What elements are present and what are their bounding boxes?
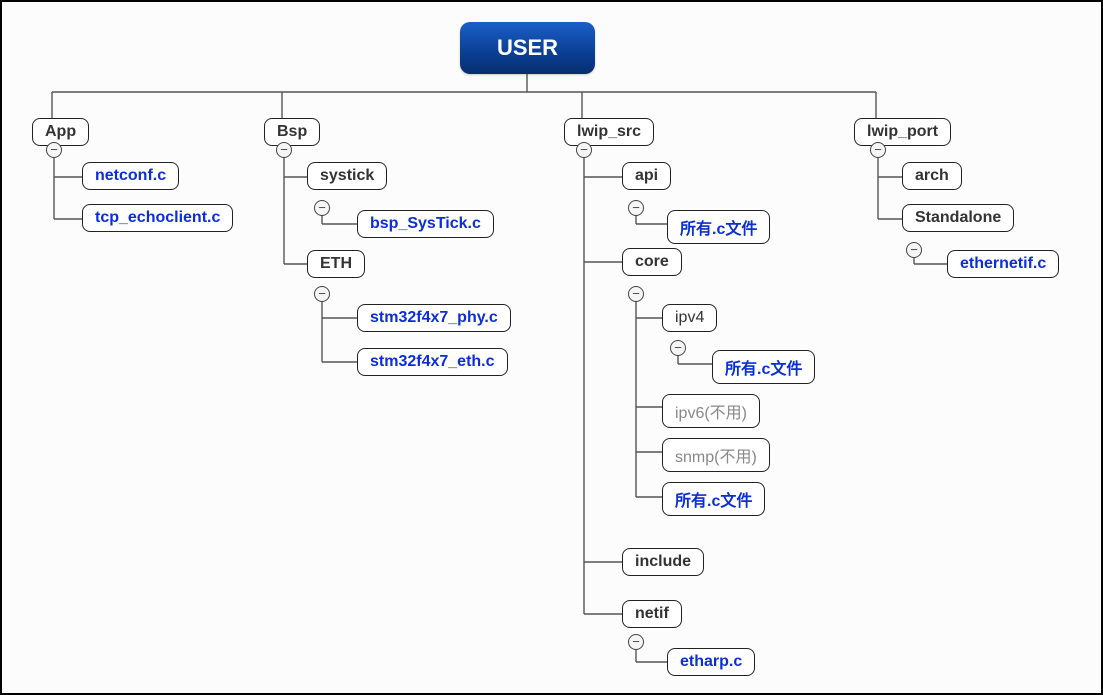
file-stm32-eth-label: stm32f4x7_eth.c (370, 353, 495, 370)
branch-app[interactable]: App (32, 118, 89, 146)
toggle-lwip-port[interactable]: − (870, 142, 886, 158)
folder-netif[interactable]: netif (622, 600, 682, 628)
file-tcp-echoclient-label: tcp_echoclient.c (95, 209, 220, 226)
toggle-api[interactable]: − (628, 200, 644, 216)
folder-api-label: api (635, 167, 658, 184)
file-tcp-echoclient[interactable]: tcp_echoclient.c (82, 204, 233, 232)
connector-lines (2, 2, 1101, 693)
branch-lwip-port[interactable]: lwip_port (854, 118, 951, 146)
toggle-ipv4[interactable]: − (670, 340, 686, 356)
file-stm32-phy-label: stm32f4x7_phy.c (370, 309, 498, 326)
branch-lwip-src-label: lwip_src (577, 123, 641, 140)
mindmap-canvas: USER App − netconf.c tcp_echoclient.c Bs… (0, 0, 1103, 695)
toggle-core[interactable]: − (628, 286, 644, 302)
folder-snmp-label: snmp(不用) (675, 449, 757, 466)
toggle-standalone[interactable]: − (906, 242, 922, 258)
file-netconf[interactable]: netconf.c (82, 162, 179, 190)
file-api-all-c[interactable]: 所有.c文件 (667, 210, 770, 244)
file-ipv4-all-c[interactable]: 所有.c文件 (712, 350, 815, 384)
folder-include[interactable]: include (622, 548, 704, 576)
folder-ipv4-label: ipv4 (675, 309, 704, 326)
file-core-all-c-label: 所有.c文件 (675, 493, 752, 510)
file-etharp-label: etharp.c (680, 653, 742, 670)
folder-systick[interactable]: systick (307, 162, 387, 190)
file-ethernetif[interactable]: ethernetif.c (947, 250, 1059, 278)
folder-systick-label: systick (320, 167, 374, 184)
folder-ipv4[interactable]: ipv4 (662, 304, 717, 332)
toggle-systick[interactable]: − (314, 200, 330, 216)
toggle-app[interactable]: − (46, 142, 62, 158)
file-stm32-phy[interactable]: stm32f4x7_phy.c (357, 304, 511, 332)
file-bsp-systick[interactable]: bsp_SysTick.c (357, 210, 494, 238)
file-ipv4-all-c-label: 所有.c文件 (725, 361, 802, 378)
branch-app-label: App (45, 123, 76, 140)
branch-bsp[interactable]: Bsp (264, 118, 320, 146)
branch-lwip-src[interactable]: lwip_src (564, 118, 654, 146)
folder-standalone[interactable]: Standalone (902, 204, 1014, 232)
folder-ipv6-label: ipv6(不用) (675, 405, 747, 422)
folder-snmp[interactable]: snmp(不用) (662, 438, 770, 472)
file-stm32-eth[interactable]: stm32f4x7_eth.c (357, 348, 508, 376)
toggle-lwip-src[interactable]: − (576, 142, 592, 158)
branch-lwip-port-label: lwip_port (867, 123, 938, 140)
file-netconf-label: netconf.c (95, 167, 166, 184)
file-etharp[interactable]: etharp.c (667, 648, 755, 676)
folder-api[interactable]: api (622, 162, 671, 190)
folder-core-label: core (635, 253, 669, 270)
folder-netif-label: netif (635, 605, 669, 622)
toggle-netif[interactable]: − (628, 634, 644, 650)
file-api-all-c-label: 所有.c文件 (680, 221, 757, 238)
root-label: USER (497, 35, 558, 61)
folder-eth-label: ETH (320, 255, 352, 272)
folder-core[interactable]: core (622, 248, 682, 276)
folder-ipv6[interactable]: ipv6(不用) (662, 394, 760, 428)
toggle-bsp[interactable]: − (276, 142, 292, 158)
branch-bsp-label: Bsp (277, 123, 307, 140)
folder-standalone-label: Standalone (915, 209, 1001, 226)
folder-arch-label: arch (915, 167, 949, 184)
toggle-eth[interactable]: − (314, 286, 330, 302)
root-node[interactable]: USER (460, 22, 595, 74)
file-bsp-systick-label: bsp_SysTick.c (370, 215, 481, 232)
file-ethernetif-label: ethernetif.c (960, 255, 1046, 272)
folder-arch[interactable]: arch (902, 162, 962, 190)
folder-eth[interactable]: ETH (307, 250, 365, 278)
file-core-all-c[interactable]: 所有.c文件 (662, 482, 765, 516)
folder-include-label: include (635, 553, 691, 570)
